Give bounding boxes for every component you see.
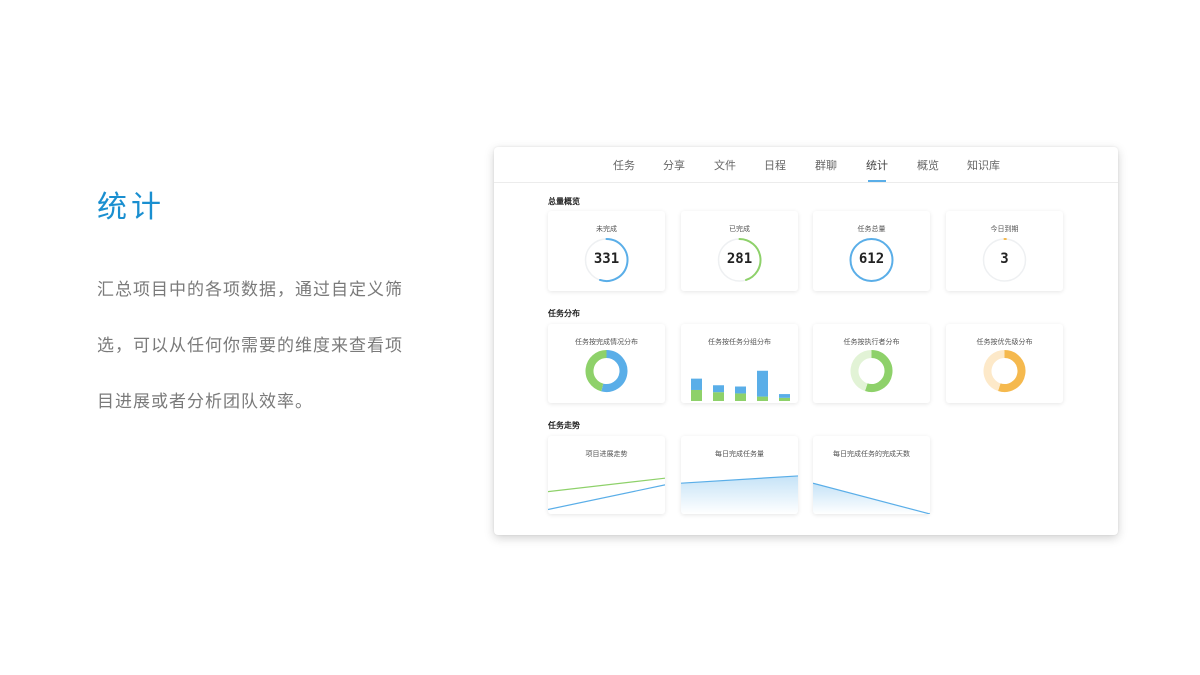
section-title: 统计 bbox=[97, 190, 165, 225]
donut-slice bbox=[585, 350, 607, 392]
stat-card[interactable]: 今日到期 3 bbox=[946, 211, 1063, 291]
tab-bar: 任务 分享 文件 日程 群聊 统计 概览 知识库 bbox=[494, 147, 1118, 183]
tab-overview[interactable]: 概览 bbox=[917, 157, 939, 173]
bar-segment bbox=[691, 378, 702, 390]
tab-tasks[interactable]: 任务 bbox=[613, 157, 635, 173]
stat-value: 612 bbox=[858, 251, 885, 267]
stat-value: 3 bbox=[1000, 251, 1009, 267]
bar-segment bbox=[735, 386, 746, 394]
bar-segment bbox=[713, 392, 724, 401]
trend-card[interactable]: 每日完成任务量 bbox=[681, 436, 798, 514]
trend-card[interactable]: 每日完成任务的完成天数 bbox=[813, 436, 930, 514]
donut-slice bbox=[998, 350, 1026, 392]
overview-section-label: 总量概览 bbox=[548, 197, 580, 206]
bar-segment bbox=[713, 385, 724, 393]
donut-chart bbox=[983, 350, 1026, 392]
donut-slice bbox=[865, 350, 893, 392]
donut-chart bbox=[850, 350, 893, 392]
active-tab-indicator bbox=[868, 180, 886, 182]
tab-statistics[interactable]: 统计 bbox=[866, 157, 888, 173]
stat-card[interactable]: 未完成 331 bbox=[548, 211, 665, 291]
section-description: 汇总项目中的各项数据，通过自定义筛选，可以从任何你需要的维度来查看项目进展或者分… bbox=[97, 280, 403, 412]
bar-segment bbox=[779, 397, 790, 401]
app-window: 任务 分享 文件 日程 群聊 统计 概览 知识库 总量概览 任务分布 任务走势 … bbox=[494, 147, 1118, 535]
donut-slice bbox=[601, 350, 628, 392]
bar-segment bbox=[691, 389, 702, 401]
bar-chart bbox=[691, 370, 790, 401]
stat-card[interactable]: 已完成 281 bbox=[681, 211, 798, 291]
donut-slice bbox=[983, 350, 1005, 391]
tab-knowledge-base[interactable]: 知识库 bbox=[967, 157, 1000, 173]
distribution-card[interactable]: 任务按优先级分布 bbox=[946, 324, 1063, 403]
area-chart bbox=[813, 482, 930, 514]
tab-share[interactable]: 分享 bbox=[663, 157, 685, 173]
tab-schedule[interactable]: 日程 bbox=[764, 157, 786, 173]
distribution-card[interactable]: 任务按完成情况分布 bbox=[548, 324, 665, 403]
bar-segment bbox=[757, 370, 768, 397]
line-chart bbox=[548, 477, 665, 511]
distribution-card[interactable]: 任务按任务分组分布 bbox=[681, 324, 798, 403]
tab-files[interactable]: 文件 bbox=[714, 157, 736, 173]
stat-value: 331 bbox=[593, 251, 620, 267]
bar-segment bbox=[735, 393, 746, 401]
series-line bbox=[548, 477, 665, 493]
trend-section-label: 任务走势 bbox=[548, 421, 580, 430]
stat-card[interactable]: 任务总量 612 bbox=[813, 211, 930, 291]
area-chart bbox=[681, 475, 798, 514]
series-line bbox=[548, 484, 665, 511]
donut-slice bbox=[850, 350, 872, 391]
distribution-section-label: 任务分布 bbox=[548, 309, 580, 318]
bar-segment bbox=[779, 394, 790, 398]
stat-value: 281 bbox=[726, 251, 753, 267]
bar-segment bbox=[757, 396, 768, 401]
trend-card[interactable]: 项目进展走势 bbox=[548, 436, 665, 514]
distribution-card[interactable]: 任务按执行者分布 bbox=[813, 324, 930, 403]
tab-group-chat[interactable]: 群聊 bbox=[815, 157, 837, 173]
donut-chart bbox=[585, 350, 628, 392]
